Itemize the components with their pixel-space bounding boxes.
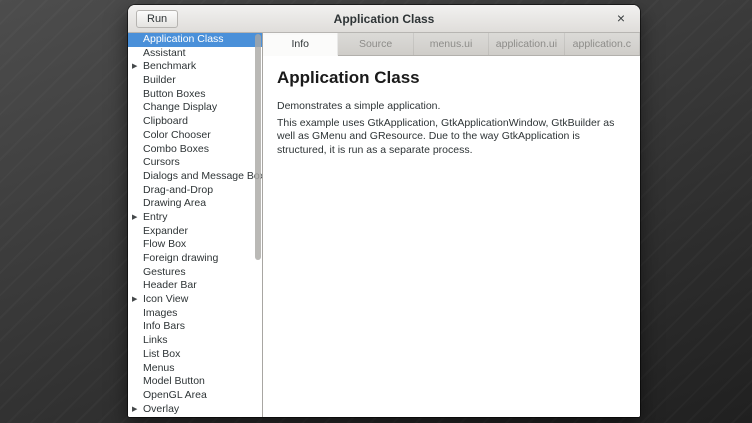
- sidebar-item-overlay[interactable]: ▶ Overlay: [128, 403, 262, 417]
- run-button[interactable]: Run: [136, 10, 178, 28]
- sidebar-item-label: Clipboard: [143, 115, 188, 127]
- sidebar-item-label: Entry: [143, 211, 168, 223]
- sidebar-item-color-chooser[interactable]: Color Chooser: [128, 129, 262, 143]
- sidebar-item-label: Gestures: [143, 266, 186, 278]
- tab-bar: InfoSourcemenus.uiapplication.uiapplicat…: [263, 33, 640, 56]
- sidebar-item-menus[interactable]: Menus: [128, 362, 262, 376]
- sidebar-item-drag-and-drop[interactable]: Drag-and-Drop: [128, 184, 262, 198]
- expander-icon[interactable]: ▶: [132, 403, 137, 417]
- sidebar-scrollbar[interactable]: [255, 34, 261, 260]
- sidebar-item-application-class[interactable]: Application Class: [128, 33, 262, 47]
- app-window: Application Class Run × Application Clas…: [128, 5, 640, 417]
- expander-icon[interactable]: ▶: [132, 293, 137, 307]
- demo-list-sidebar: Application Class Assistant ▶ Benchmark Buil…: [128, 33, 263, 417]
- sidebar-item-label: Assistant: [143, 47, 186, 59]
- tab-application-ui[interactable]: application.ui: [489, 33, 564, 55]
- sidebar-item-label: Application Class: [143, 33, 224, 45]
- sidebar-item-label: Dialogs and Message Boxes: [143, 170, 262, 182]
- sidebar-item-change-display[interactable]: Change Display: [128, 101, 262, 115]
- sidebar-item-combo-boxes[interactable]: Combo Boxes: [128, 143, 262, 157]
- tab-menus-ui[interactable]: menus.ui: [414, 33, 489, 55]
- sidebar-item-list-box[interactable]: List Box: [128, 348, 262, 362]
- description-line: Demonstrates a simple application.: [277, 100, 626, 114]
- sidebar-item-images[interactable]: Images: [128, 307, 262, 321]
- sidebar-item-label: Button Boxes: [143, 88, 205, 100]
- sidebar-item-label: OpenGL Area: [143, 389, 207, 401]
- sidebar-item-label: Model Button: [143, 375, 205, 387]
- sidebar-item-entry[interactable]: ▶ Entry: [128, 211, 262, 225]
- expander-icon[interactable]: ▶: [132, 60, 137, 74]
- page-title: Application Class: [277, 68, 626, 88]
- demo-list: Application Class Assistant ▶ Benchmark Buil…: [128, 33, 262, 416]
- sidebar-item-label: Overlay: [143, 403, 179, 415]
- sidebar-item-dialogs-and-message-boxes[interactable]: Dialogs and Message Boxes: [128, 170, 262, 184]
- tab-info[interactable]: Info: [263, 33, 338, 56]
- desktop-background: Application Class Run × Application Clas…: [0, 0, 752, 423]
- content-pane: InfoSourcemenus.uiapplication.uiapplicat…: [263, 33, 640, 417]
- sidebar-item-label: List Box: [143, 348, 180, 360]
- tab-source[interactable]: Source: [338, 33, 413, 55]
- sidebar-item-label: Color Chooser: [143, 129, 211, 141]
- sidebar-item-label: Benchmark: [143, 60, 196, 72]
- sidebar-item-assistant[interactable]: Assistant: [128, 47, 262, 61]
- sidebar-item-links[interactable]: Links: [128, 334, 262, 348]
- sidebar-item-label: Combo Boxes: [143, 143, 209, 155]
- sidebar-item-label: Flow Box: [143, 238, 186, 250]
- sidebar-item-label: Foreign drawing: [143, 252, 218, 264]
- sidebar-item-label: Info Bars: [143, 320, 185, 332]
- sidebar-item-label: Header Bar: [143, 279, 197, 291]
- sidebar-item-expander[interactable]: Expander: [128, 225, 262, 239]
- sidebar-item-label: Change Display: [143, 101, 217, 113]
- sidebar-item-label: Builder: [143, 74, 176, 86]
- sidebar-item-button-boxes[interactable]: Button Boxes: [128, 88, 262, 102]
- sidebar-item-cursors[interactable]: Cursors: [128, 156, 262, 170]
- sidebar-item-label: Icon View: [143, 293, 188, 305]
- sidebar-item-label: Menus: [143, 362, 175, 374]
- sidebar-item-flow-box[interactable]: Flow Box: [128, 238, 262, 252]
- sidebar-item-icon-view[interactable]: ▶ Icon View: [128, 293, 262, 307]
- header-bar: Application Class Run ×: [128, 5, 640, 33]
- sidebar-item-label: Links: [143, 334, 168, 346]
- window-body: Application Class Assistant ▶ Benchmark Buil…: [128, 33, 640, 417]
- tab-application-c[interactable]: application.c: [565, 33, 640, 55]
- sidebar-item-builder[interactable]: Builder: [128, 74, 262, 88]
- close-icon[interactable]: ×: [613, 11, 629, 27]
- sidebar-item-label: Drag-and-Drop: [143, 184, 213, 196]
- info-page: Application Class Demonstrates a simple …: [263, 56, 640, 417]
- expander-icon[interactable]: ▶: [132, 211, 137, 225]
- sidebar-item-foreign-drawing[interactable]: Foreign drawing: [128, 252, 262, 266]
- description-body: This example uses GtkApplication, GtkApp…: [277, 117, 626, 158]
- sidebar-item-model-button[interactable]: Model Button: [128, 375, 262, 389]
- sidebar-item-clipboard[interactable]: Clipboard: [128, 115, 262, 129]
- sidebar-item-benchmark[interactable]: ▶ Benchmark: [128, 60, 262, 74]
- sidebar-item-gestures[interactable]: Gestures: [128, 266, 262, 280]
- sidebar-item-label: Expander: [143, 225, 188, 237]
- sidebar-item-label: Drawing Area: [143, 197, 206, 209]
- sidebar-item-label: Cursors: [143, 156, 180, 168]
- sidebar-item-opengl-area[interactable]: OpenGL Area: [128, 389, 262, 403]
- window-title: Application Class: [128, 12, 640, 26]
- sidebar-item-label: Images: [143, 307, 177, 319]
- sidebar-item-info-bars[interactable]: Info Bars: [128, 320, 262, 334]
- sidebar-item-drawing-area[interactable]: Drawing Area: [128, 197, 262, 211]
- sidebar-item-header-bar[interactable]: Header Bar: [128, 279, 262, 293]
